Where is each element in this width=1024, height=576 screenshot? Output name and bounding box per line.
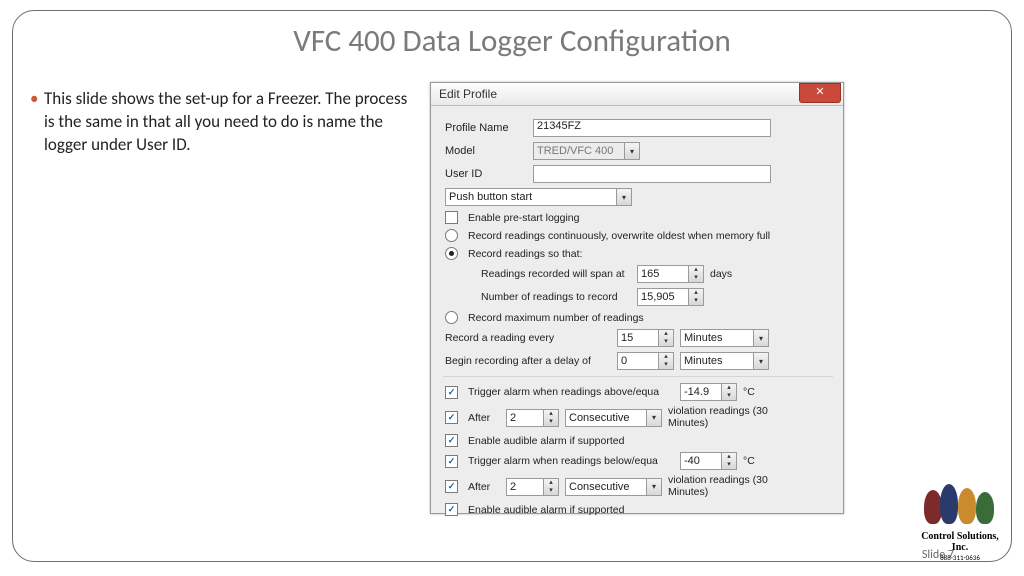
close-icon: ✕ [815, 86, 824, 98]
edit-profile-dialog: Edit Profile ✕ Profile Name 21345FZ Mode… [430, 82, 844, 514]
user-id-label: User ID [445, 168, 527, 180]
record-every-unit-value: Minutes [684, 332, 723, 344]
bullet-dot: • [30, 88, 38, 111]
record-every-spinner[interactable]: 15 ▴▾ [617, 329, 674, 347]
logo-phone: 888-311-0636 [914, 553, 1006, 562]
num-readings-spinner[interactable]: 15,905 ▴▾ [637, 288, 704, 306]
consecutive-below-combo[interactable]: Consecutive ▾ [565, 478, 662, 496]
model-value: TRED/VFC 400 [537, 145, 613, 157]
record-every-label: Record a reading every [445, 332, 611, 344]
user-id-input[interactable] [533, 165, 771, 183]
trigger-below-checkbox[interactable] [445, 455, 458, 468]
chevron-down-icon: ▾ [549, 418, 553, 426]
below-temp-spinner[interactable]: -40 ▴▾ [680, 452, 737, 470]
begin-after-unit-value: Minutes [684, 355, 723, 367]
chevron-down-icon: ▾ [616, 189, 631, 205]
chevron-down-icon: ▾ [664, 338, 668, 346]
after-below-label: After [468, 481, 500, 493]
enable-prestart-label: Enable pre-start logging [468, 212, 580, 224]
audible-above-label: Enable audible alarm if supported [468, 435, 624, 447]
bullet-content: This slide shows the set-up for a Freeze… [44, 88, 407, 155]
dialog-titlebar: Edit Profile ✕ [431, 83, 843, 106]
chevron-down-icon: ▾ [753, 330, 768, 346]
above-temp-spinner[interactable]: -14.9 ▴▾ [680, 383, 737, 401]
record-continuous-label: Record readings continuously, overwrite … [468, 230, 770, 242]
chevron-down-icon: ▾ [624, 143, 639, 159]
start-mode-value: Push button start [449, 191, 532, 203]
chevron-down-icon: ▾ [646, 479, 661, 495]
chevron-up-icon: ▴ [727, 384, 731, 392]
chevron-up-icon: ▴ [664, 330, 668, 338]
chevron-up-icon: ▴ [549, 479, 553, 487]
trigger-below-label: Trigger alarm when readings below/equa [468, 455, 674, 467]
deg-c-label: °C [743, 455, 755, 467]
profile-name-input[interactable]: 21345FZ [533, 119, 771, 137]
after-above-spinner[interactable]: 2 ▴▾ [506, 409, 559, 427]
logo-company-name: Control Solutions, Inc. [914, 532, 1006, 553]
chevron-down-icon: ▾ [694, 297, 698, 305]
logo-image [920, 482, 1000, 530]
chevron-up-icon: ▴ [549, 410, 553, 418]
record-every-unit-combo[interactable]: Minutes ▾ [680, 329, 769, 347]
begin-after-unit-combo[interactable]: Minutes ▾ [680, 352, 769, 370]
begin-after-label: Begin recording after a delay of [445, 355, 611, 367]
begin-after-value: 0 [621, 355, 627, 367]
span-at-label: Readings recorded will span at [481, 268, 631, 280]
chevron-down-icon: ▾ [753, 353, 768, 369]
audible-above-checkbox[interactable] [445, 434, 458, 447]
span-days-spinner[interactable]: 165 ▴▾ [637, 265, 704, 283]
chevron-up-icon: ▴ [694, 266, 698, 274]
chevron-up-icon: ▴ [664, 353, 668, 361]
num-readings-label: Number of readings to record [481, 291, 631, 303]
consecutive-below-value: Consecutive [569, 481, 630, 493]
after-above-checkbox[interactable] [445, 411, 458, 424]
company-logo: Control Solutions, Inc. 888-311-0636 [914, 482, 1006, 562]
record-so-that-radio[interactable] [445, 247, 458, 260]
days-label: days [710, 268, 732, 280]
start-mode-combo[interactable]: Push button start ▾ [445, 188, 632, 206]
begin-after-spinner[interactable]: 0 ▴▾ [617, 352, 674, 370]
bullet-text: • This slide shows the set-up for a Free… [44, 88, 414, 157]
dialog-title: Edit Profile [439, 87, 497, 101]
model-combo: TRED/VFC 400 ▾ [533, 142, 640, 160]
consecutive-above-combo[interactable]: Consecutive ▾ [565, 409, 662, 427]
record-so-that-label: Record readings so that: [468, 248, 582, 260]
audible-below-checkbox[interactable] [445, 503, 458, 516]
slide-title: VFC 400 Data Logger Configuration [0, 22, 1024, 60]
enable-prestart-checkbox[interactable] [445, 211, 458, 224]
chevron-down-icon: ▾ [727, 392, 731, 400]
after-below-spinner[interactable]: 2 ▴▾ [506, 478, 559, 496]
chevron-down-icon: ▾ [727, 461, 731, 469]
span-days-value: 165 [641, 268, 659, 280]
chevron-up-icon: ▴ [727, 453, 731, 461]
profile-name-label: Profile Name [445, 122, 527, 134]
chevron-down-icon: ▾ [664, 361, 668, 369]
record-continuous-radio[interactable] [445, 229, 458, 242]
record-every-value: 15 [621, 332, 633, 344]
after-below-value: 2 [510, 481, 516, 493]
close-button[interactable]: ✕ [799, 83, 841, 103]
chevron-down-icon: ▾ [549, 487, 553, 495]
violation-below-label: violation readings (30 Minutes) [668, 475, 778, 498]
record-max-radio[interactable] [445, 311, 458, 324]
num-readings-value: 15,905 [641, 291, 675, 303]
trigger-above-label: Trigger alarm when readings above/equa [468, 386, 674, 398]
above-temp-value: -14.9 [684, 386, 709, 398]
after-above-label: After [468, 412, 500, 424]
chevron-down-icon: ▾ [694, 274, 698, 282]
audible-below-label: Enable audible alarm if supported [468, 504, 624, 516]
consecutive-above-value: Consecutive [569, 412, 630, 424]
violation-above-label: violation readings (30 Minutes) [668, 406, 778, 429]
below-temp-value: -40 [684, 455, 700, 467]
trigger-above-checkbox[interactable] [445, 386, 458, 399]
model-label: Model [445, 145, 527, 157]
chevron-up-icon: ▴ [694, 289, 698, 297]
after-below-checkbox[interactable] [445, 480, 458, 493]
record-max-label: Record maximum number of readings [468, 312, 644, 324]
after-above-value: 2 [510, 412, 516, 424]
deg-c-label: °C [743, 386, 755, 398]
chevron-down-icon: ▾ [646, 410, 661, 426]
